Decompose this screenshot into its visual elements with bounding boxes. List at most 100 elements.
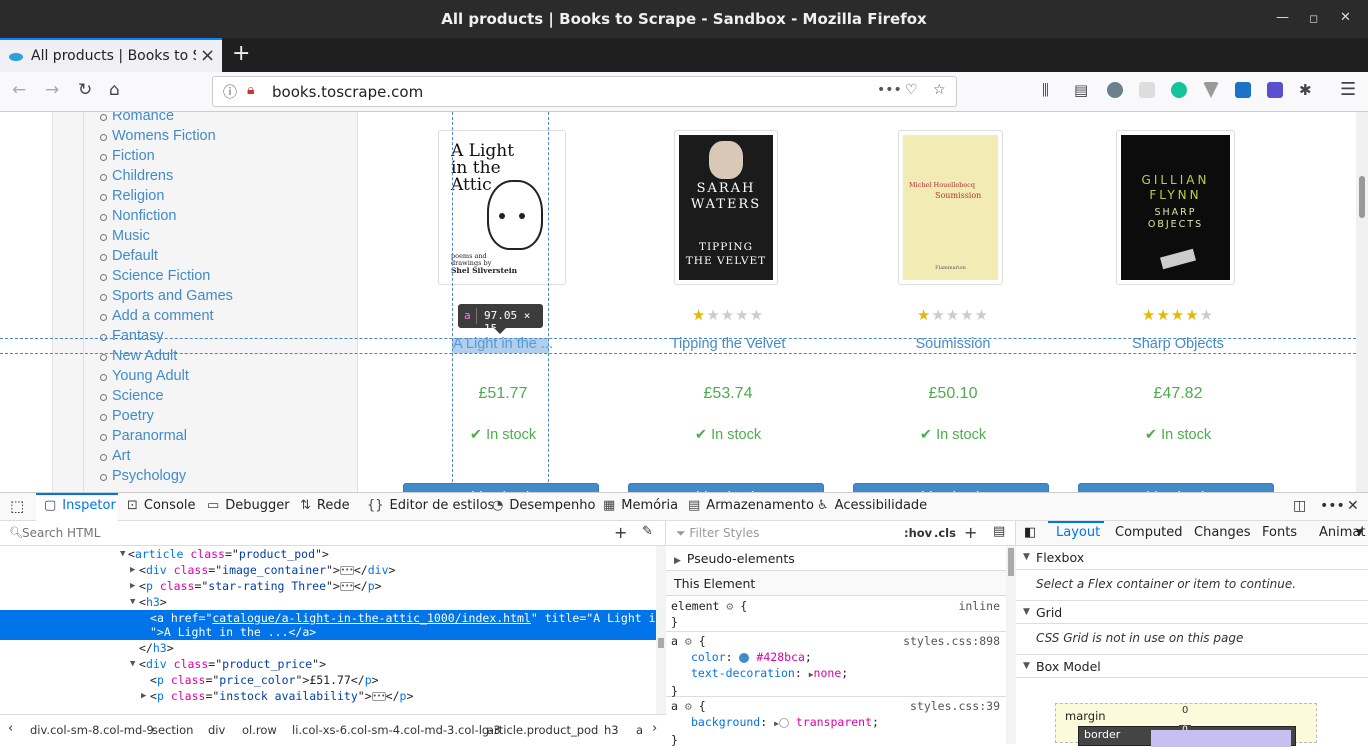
category-link[interactable]: Fiction	[100, 148, 233, 168]
tab-debugger[interactable]: ▭ Debugger	[207, 493, 290, 521]
eyedropper-icon[interactable]: ✎	[642, 524, 653, 539]
margin-top-value[interactable]: 0	[1182, 705, 1188, 716]
insecure-lock-icon[interactable]: 🔒︎	[247, 82, 254, 98]
category-link[interactable]: Poetry	[100, 408, 233, 428]
category-link[interactable]: Sports and Games	[100, 288, 233, 308]
rule-a-2[interactable]: a ⚙︎ { background: ▶ transparent; } styl…	[666, 698, 1006, 747]
book-cover[interactable]: GILLIAN FLYNN SHARP OBJECTS	[1116, 130, 1235, 285]
category-link[interactable]: Art	[100, 448, 233, 468]
category-link[interactable]: Music	[100, 228, 233, 248]
sidebar-icon[interactable]: ▤	[1074, 81, 1088, 99]
tab-fonts[interactable]: Fonts	[1262, 525, 1297, 540]
cls-toggle[interactable]: .cls	[934, 526, 956, 540]
rule-element[interactable]: element ⚙︎ { } inline	[666, 598, 1006, 632]
breadcrumb-item[interactable]: h3	[604, 723, 619, 737]
book-cover[interactable]: Michel Houellebecq Soumission Flammarion	[898, 130, 1003, 285]
tree-node[interactable]: <p class="price_color">£51.77</p>	[0, 672, 656, 688]
back-icon[interactable]: ←	[12, 80, 26, 100]
url-text[interactable]: books.toscrape.com	[272, 83, 423, 101]
tree-scrollbar[interactable]	[656, 546, 666, 714]
book-cover[interactable]: A Light in the Attic poems and drawings …	[438, 130, 566, 285]
category-link[interactable]: New Adult	[100, 348, 233, 368]
breadcrumb-item[interactable]: div	[208, 723, 225, 737]
scrollbar-thumb[interactable]	[1359, 176, 1365, 218]
home-icon[interactable]: ⌂	[109, 80, 120, 100]
tab-computed[interactable]: Computed	[1115, 525, 1183, 540]
grammarly-icon[interactable]	[1171, 82, 1187, 98]
tab-network[interactable]: ⇅ Rede	[300, 493, 350, 521]
more-options-icon[interactable]: •••	[1320, 498, 1345, 514]
add-to-basket-button[interactable]: Add to basket	[403, 483, 599, 492]
tab-inspector[interactable]: ▢ Inspetor	[36, 493, 118, 521]
extension-avatar-icon[interactable]	[1107, 82, 1123, 98]
flexbox-section-toggle[interactable]: ▼ Flexbox	[1016, 546, 1368, 570]
extension-paw-icon[interactable]: ✱	[1299, 81, 1312, 99]
info-icon[interactable]: ⓘ	[223, 82, 237, 102]
category-link[interactable]: Nonfiction	[100, 208, 233, 228]
tab-performance[interactable]: ◔ Desempenho	[492, 493, 595, 521]
breadcrumb-back-icon[interactable]: ‹	[8, 721, 13, 736]
page-actions-icon[interactable]: •••	[877, 82, 902, 98]
add-to-basket-button[interactable]: Add to basket	[853, 483, 1049, 492]
tab-memory[interactable]: ▦ Memória	[603, 493, 678, 521]
add-to-basket-button[interactable]: Add to basket	[1078, 483, 1274, 492]
rule-a[interactable]: a ⚙︎ { color: #428bca; text-decoration: …	[666, 633, 1006, 698]
close-devtools-icon[interactable]: ✕	[1347, 498, 1359, 514]
extension-v-icon[interactable]	[1203, 82, 1219, 98]
rules-scrollbar[interactable]	[1006, 546, 1016, 744]
tree-node[interactable]: ▼ <h3>	[0, 594, 656, 610]
extension-s-purple-icon[interactable]	[1267, 82, 1283, 98]
new-tab-icon[interactable]: +	[232, 41, 250, 66]
category-link[interactable]: Religion	[100, 188, 233, 208]
forward-icon[interactable]: →	[45, 80, 59, 100]
breadcrumb-item[interactable]: div.col-sm-8.col-md-9	[30, 723, 154, 737]
tab-style-editor[interactable]: {} Editor de estilos	[367, 493, 494, 521]
color-swatch[interactable]	[778, 717, 789, 728]
tree-node[interactable]: ▶ <p class="instock availability">•••</p>	[0, 688, 656, 704]
rule-source[interactable]: styles.css:898	[903, 633, 1000, 649]
category-link[interactable]: Paranormal	[100, 428, 233, 448]
breadcrumb-forward-icon[interactable]: ›	[652, 721, 657, 736]
category-link[interactable]: Science Fiction	[100, 268, 233, 288]
add-rule-icon[interactable]: +	[964, 523, 977, 542]
library-icon[interactable]: ⫼	[1042, 81, 1049, 99]
category-link[interactable]: Add a comment	[100, 308, 233, 328]
category-link[interactable]: Romance	[100, 112, 233, 128]
tab-storage[interactable]: ▤ Armazenamento	[688, 493, 814, 521]
color-swatch[interactable]	[739, 652, 750, 663]
breadcrumb-item[interactable]: section	[152, 723, 193, 737]
category-link[interactable]: Default	[100, 248, 233, 268]
maximize-icon[interactable]: ◻	[1309, 12, 1318, 25]
close-tab-icon[interactable]: ×	[200, 45, 215, 66]
category-link[interactable]: Young Adult	[100, 368, 233, 388]
tab-accessibility[interactable]: ♿︎ Acessibilidade	[817, 493, 927, 521]
tab-console[interactable]: ⊡ Console	[127, 493, 196, 521]
pocket-icon[interactable]: ♡	[905, 82, 918, 98]
add-to-basket-button[interactable]: Add to basket	[628, 483, 824, 492]
print-media-icon[interactable]: ▤	[993, 524, 1005, 539]
breadcrumb-item[interactable]: li.col-xs-6.col-sm-4.col-md-3.col-lg-3	[292, 723, 501, 737]
bookmark-star-icon[interactable]: ☆	[933, 82, 946, 98]
browser-tab[interactable]: All products | Books to Scrape - Sandbox…	[0, 38, 222, 72]
tree-node[interactable]: ▶ <div class="image_container">•••</div>	[0, 562, 656, 578]
category-link[interactable]: Psychology	[100, 468, 233, 488]
grid-section-toggle[interactable]: ▼ Grid	[1016, 600, 1368, 624]
tab-layout[interactable]: Layout	[1056, 525, 1100, 540]
reload-icon[interactable]: ↻	[78, 80, 92, 100]
rule-source[interactable]: styles.css:39	[910, 698, 1000, 714]
tree-node[interactable]: </h3>	[0, 640, 656, 656]
minimize-icon[interactable]: —	[1276, 10, 1289, 25]
hov-toggle[interactable]: :hov	[904, 526, 932, 540]
category-link[interactable]: Childrens	[100, 168, 233, 188]
extension-grey-icon[interactable]	[1139, 82, 1155, 98]
tree-node[interactable]: ▼ <div class="product_price">	[0, 656, 656, 672]
url-bar[interactable]: ⓘ 🔒︎ books.toscrape.com ••• ♡ ☆	[212, 76, 957, 107]
extension-s-blue-icon[interactable]	[1235, 82, 1251, 98]
category-link[interactable]: Science	[100, 388, 233, 408]
category-link[interactable]: Womens Fiction	[100, 128, 233, 148]
toggle-sidebar-icon[interactable]: ◧	[1024, 525, 1036, 540]
pseudo-elements-toggle[interactable]: ▶ Pseudo-elements	[666, 546, 1006, 571]
box-model-section-toggle[interactable]: ▼ Box Model	[1016, 654, 1368, 678]
breadcrumb-item[interactable]: article.product_pod	[487, 723, 598, 737]
breadcrumb-item[interactable]: a	[636, 723, 643, 737]
